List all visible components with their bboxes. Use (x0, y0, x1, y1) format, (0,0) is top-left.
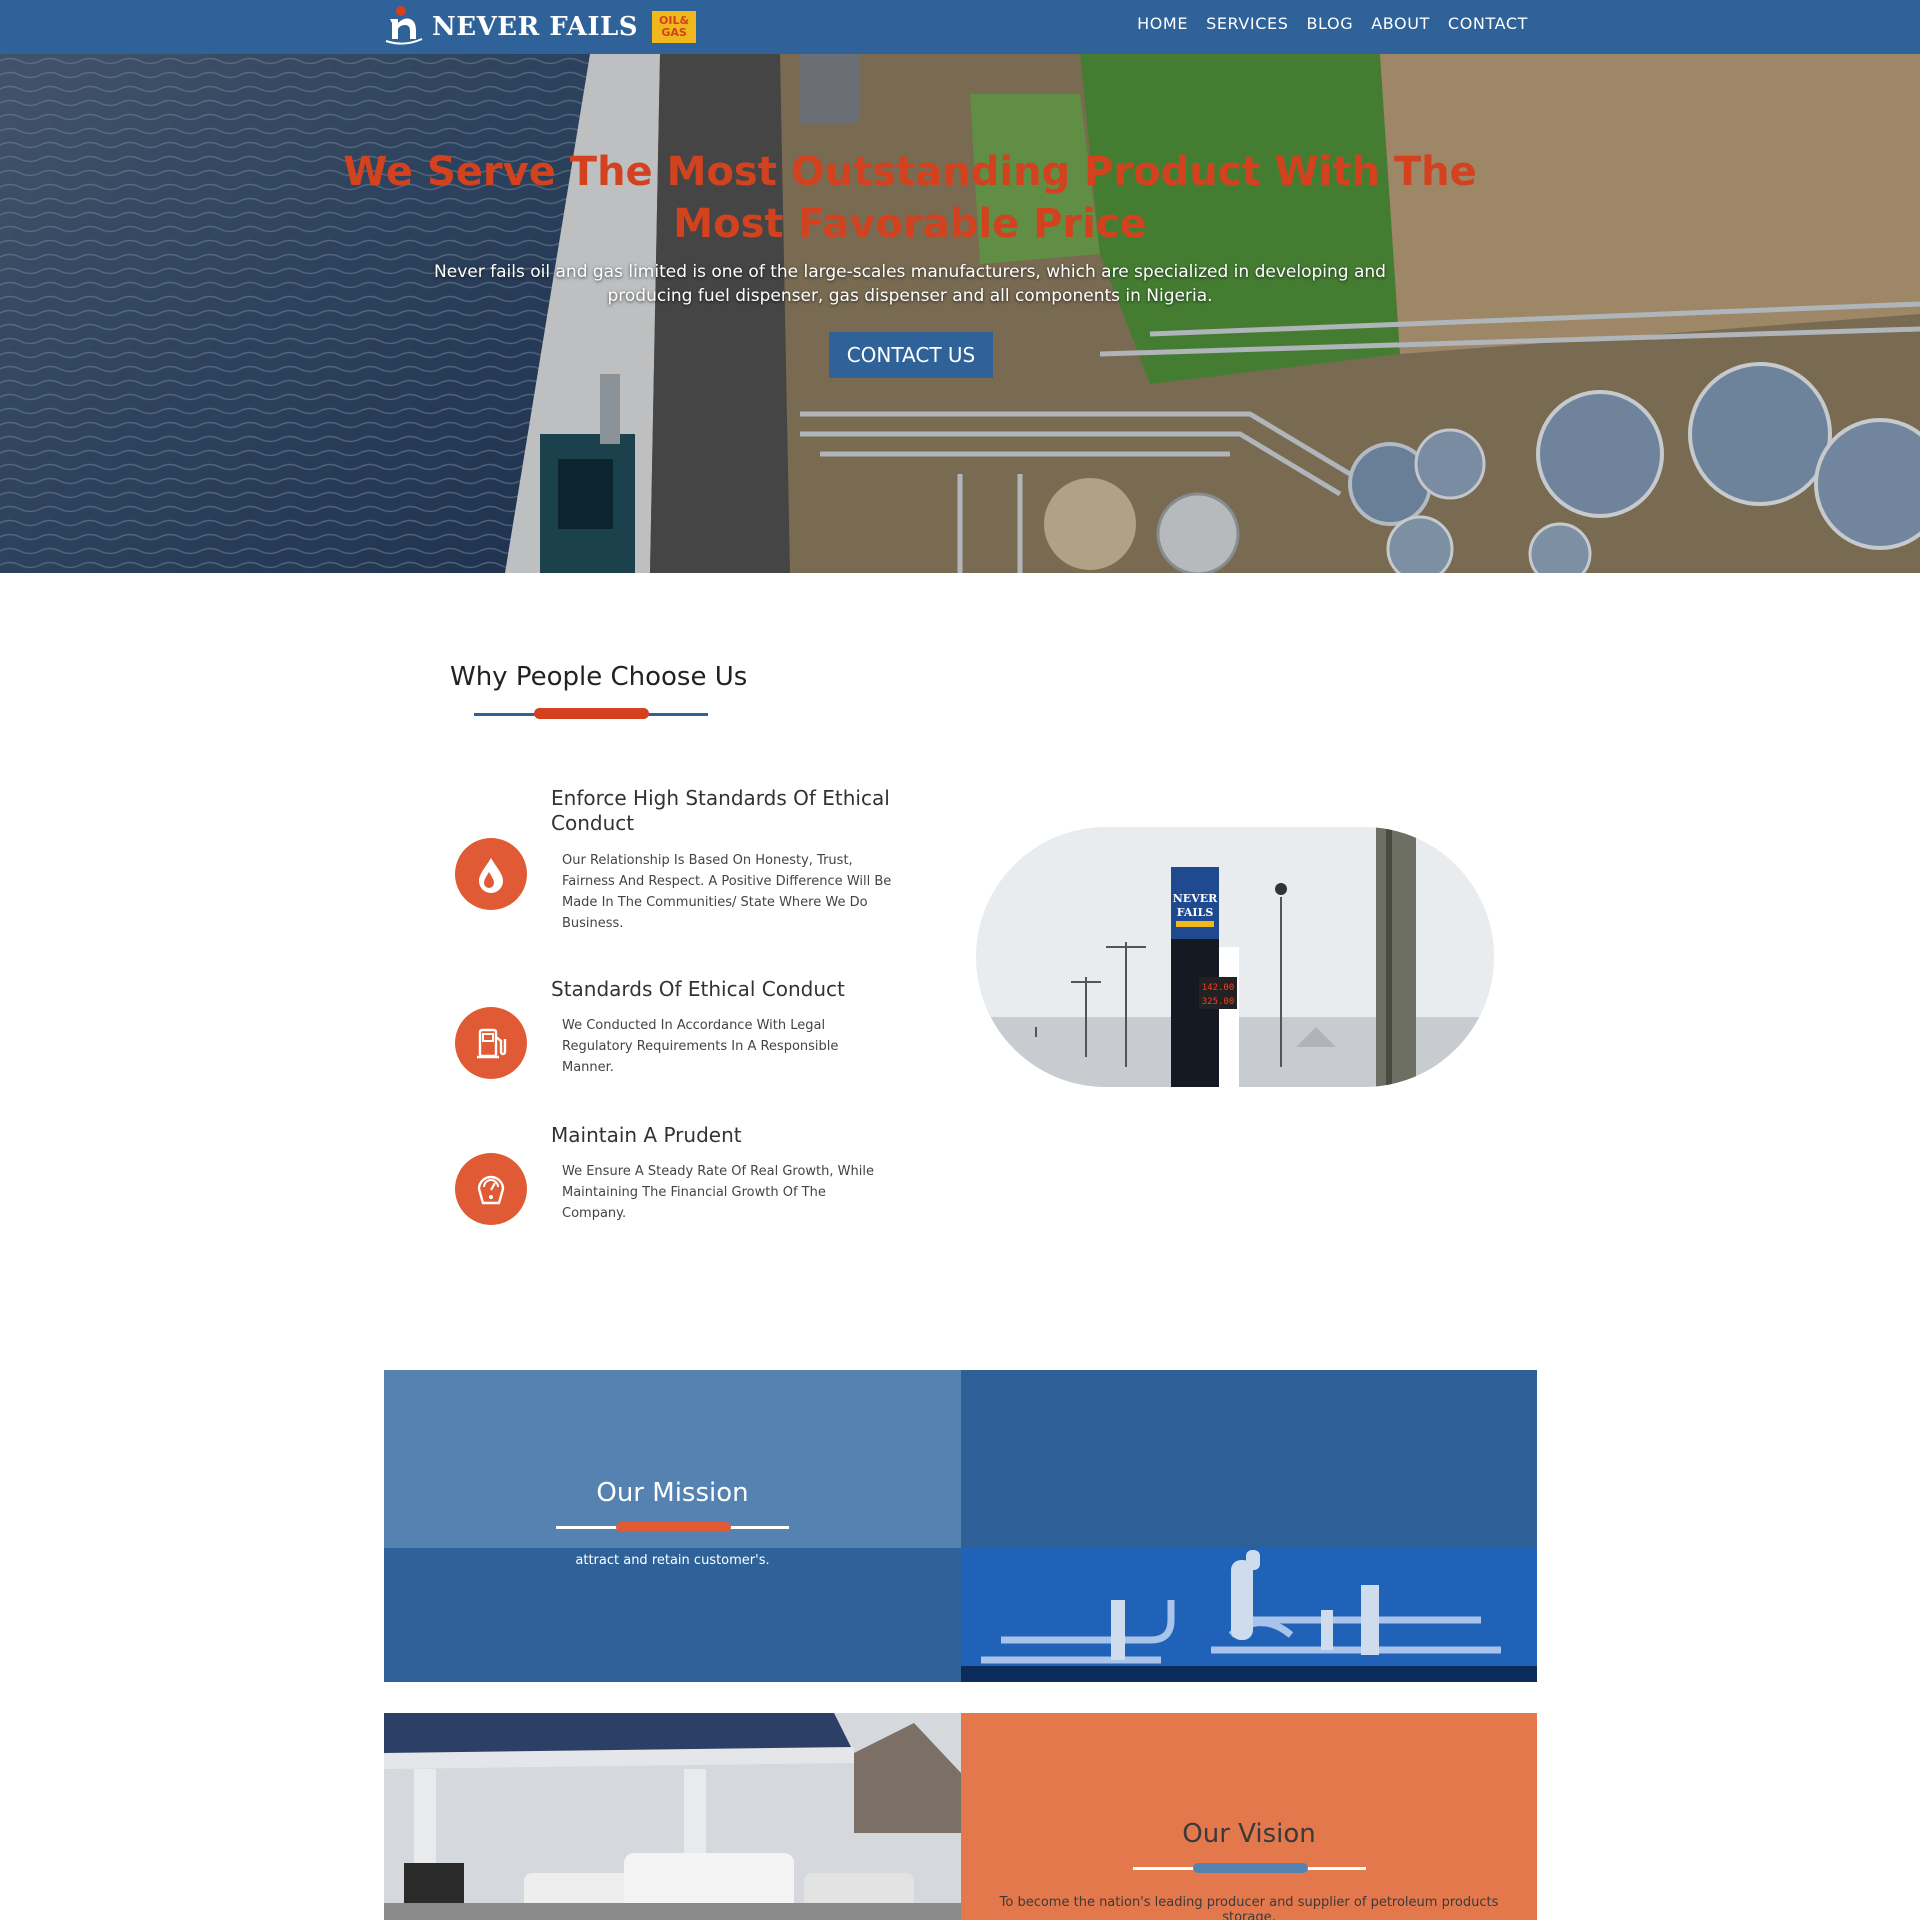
refinery-aerial-image (0, 54, 1920, 573)
feature-title: Enforce High Standards Of Ethical Conduc… (551, 786, 890, 835)
hero-subtitle: Never fails oil and gas limited is one o… (434, 262, 1386, 306)
badge-line-2: GAS (661, 26, 687, 39)
gauge-icon (455, 1153, 527, 1225)
vision-block: Our Vision To become the nation's leadin… (961, 1713, 1537, 1920)
fuel-pump-icon (455, 1007, 527, 1079)
mission-text: attract and retain customer's. (575, 1553, 770, 1568)
feature-title: Maintain A Prudent (551, 1123, 742, 1147)
top-navbar: NEVER FAILS OIL& GAS HOME SERVICES BLOG … (0, 0, 1920, 54)
nav-services[interactable]: SERVICES (1206, 14, 1288, 33)
main-menu: HOME SERVICES BLOG ABOUT CONTACT (1137, 0, 1528, 46)
contact-us-button[interactable]: CONTACT US (829, 332, 993, 378)
feature-item: Enforce High Standards Of Ethical Conduc… (455, 786, 905, 936)
feature-text: Our Relationship Is Based On Honesty, Tr… (562, 853, 892, 931)
logo-mark-icon (385, 6, 423, 45)
fuel-station-photo (384, 1713, 961, 1920)
why-section-title: Why People Choose Us (450, 662, 748, 692)
hero-banner: We Serve The Most Outstanding Product Wi… (0, 54, 1920, 573)
feature-title: Standards Of Ethical Conduct (551, 977, 845, 1001)
fuel-station-sign-photo: NEVER FAILS 142.00 325.00 (976, 827, 1494, 1087)
vision-underline (1133, 1863, 1366, 1873)
nav-about[interactable]: ABOUT (1371, 14, 1430, 33)
brand-logo[interactable]: NEVER FAILS OIL& GAS (384, 0, 697, 54)
station-sign-line-2: FAILS (1177, 906, 1214, 919)
brand-name: NEVER FAILS (432, 12, 639, 42)
pipeline-photo (961, 1370, 1537, 1682)
nav-home[interactable]: HOME (1137, 14, 1188, 33)
feature-text: We Conducted In Accordance With Legal Re… (562, 1018, 839, 1075)
station-sign-line-1: NEVER (1173, 892, 1218, 905)
price-display-2: 325.00 (1202, 997, 1235, 1007)
hero-title: We Serve The Most Outstanding Product Wi… (343, 149, 1477, 247)
vision-text: To become the nation's leading producer … (999, 1895, 1499, 1920)
oil-gas-badge: OIL& GAS (652, 11, 697, 43)
feature-text: We Ensure A Steady Rate Of Real Growth, … (562, 1164, 874, 1221)
mission-title: Our Mission (596, 1478, 749, 1508)
nav-blog[interactable]: BLOG (1306, 14, 1353, 33)
nav-contact[interactable]: CONTACT (1448, 14, 1528, 33)
mission-underline (556, 1522, 789, 1532)
mission-block: Our Mission attract and retain customer'… (384, 1370, 961, 1682)
feature-item: Maintain A Prudent We Ensure A Steady Ra… (455, 1123, 905, 1243)
feature-item: Standards Of Ethical Conduct We Conducte… (455, 977, 905, 1097)
oil-drops-icon (455, 838, 527, 910)
price-display-1: 142.00 (1202, 983, 1235, 993)
vision-title: Our Vision (1182, 1819, 1316, 1849)
why-title-underline (474, 708, 708, 719)
